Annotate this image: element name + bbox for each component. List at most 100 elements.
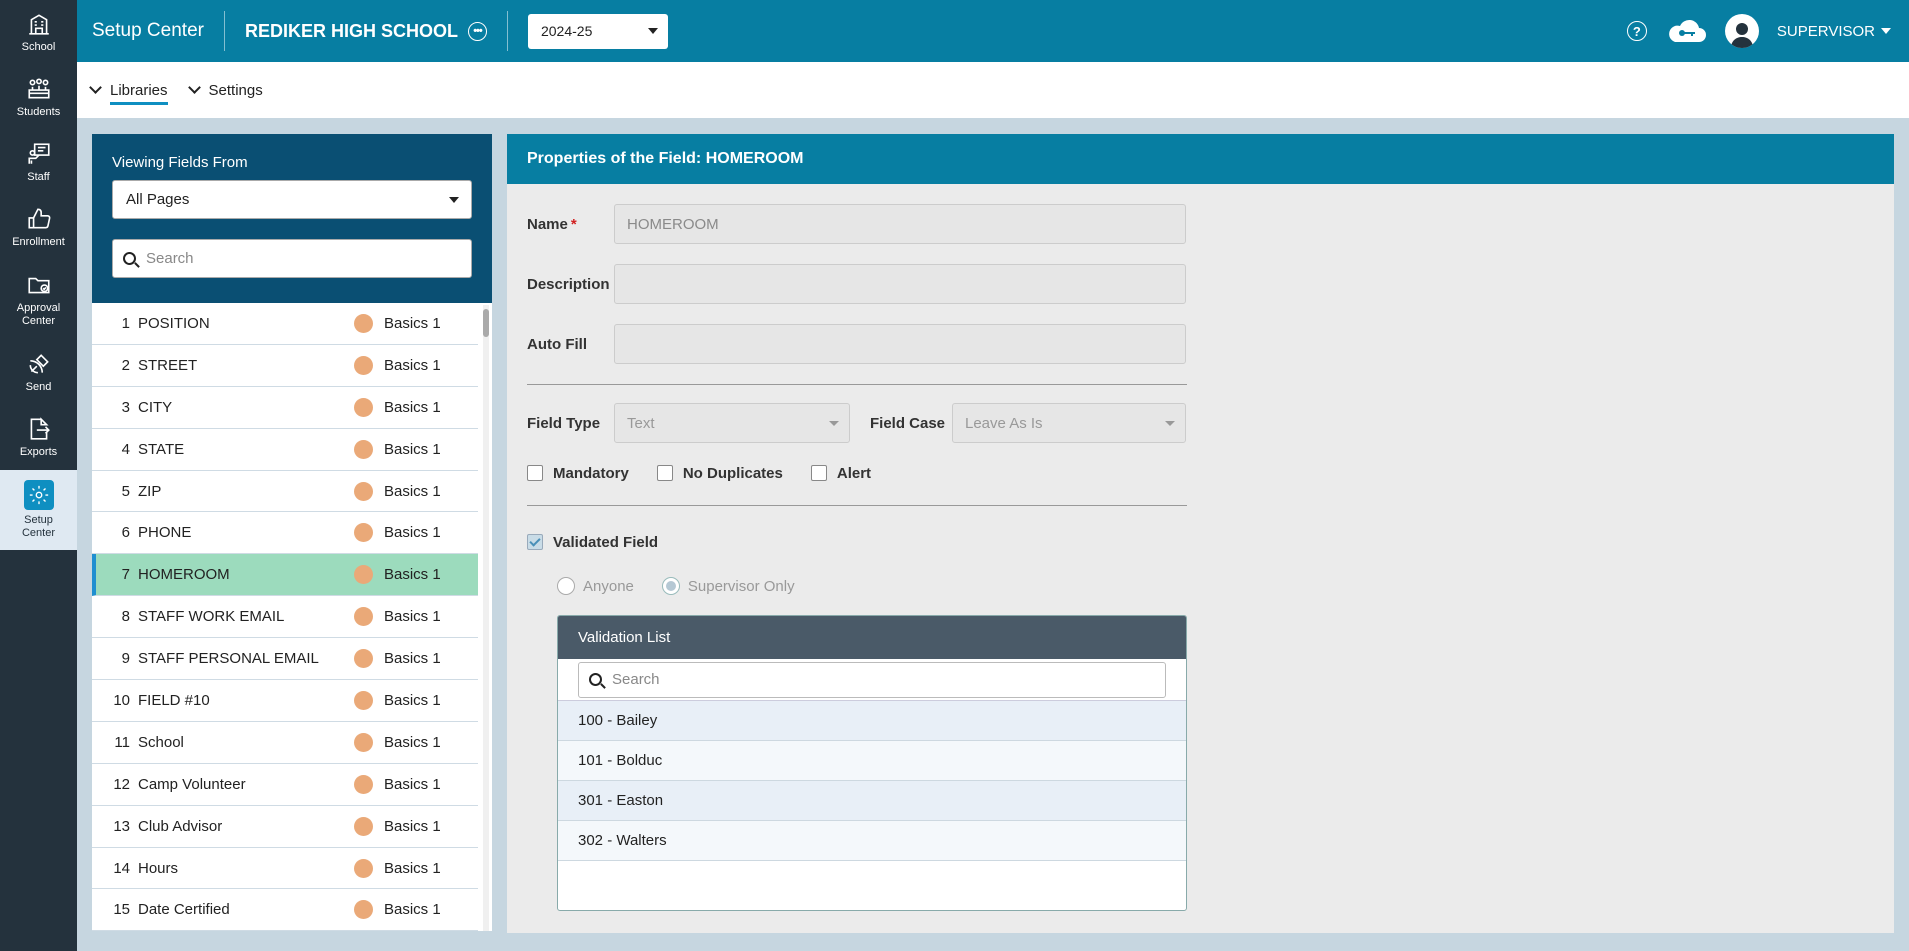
field-row-staff-personal-email[interactable]: 9 STAFF PERSONAL EMAIL Basics 1 bbox=[92, 638, 478, 681]
rail-item-approval-center[interactable]: Approval Center bbox=[0, 260, 77, 340]
avatar[interactable] bbox=[1724, 14, 1759, 48]
options-row: Mandatory No Duplicates Alert bbox=[527, 453, 1874, 493]
field-row-homeroom[interactable]: 7 HOMEROOM Basics 1 bbox=[92, 554, 478, 597]
field-row-club-advisor[interactable]: 13 Club Advisor Basics 1 bbox=[92, 806, 478, 848]
field-row-state[interactable]: 4 STATE Basics 1 bbox=[92, 429, 478, 471]
field-row-camp-volunteer[interactable]: 12 Camp Volunteer Basics 1 bbox=[92, 764, 478, 806]
page-color-dot bbox=[354, 439, 373, 459]
supervisor-only-radio[interactable]: Supervisor Only bbox=[661, 577, 795, 595]
rail-label-setup: Setup Center bbox=[21, 514, 56, 539]
validation-item[interactable]: 301 - Easton bbox=[558, 781, 1186, 821]
page-color-dot bbox=[354, 397, 373, 417]
caret-down-icon bbox=[647, 28, 658, 34]
name-field[interactable]: HOMEROOM bbox=[614, 204, 1186, 244]
help-icon[interactable]: ? bbox=[1626, 21, 1647, 41]
field-name: Camp Volunteer bbox=[138, 775, 246, 793]
name-label-text: Name bbox=[527, 215, 568, 233]
anyone-label: Anyone bbox=[583, 577, 634, 595]
caret-down-icon bbox=[449, 196, 459, 203]
validation-search bbox=[578, 661, 1166, 698]
rail-label-exports: Exports bbox=[19, 446, 58, 459]
user-menu[interactable]: SUPERVISOR bbox=[1777, 23, 1891, 40]
tab-libraries[interactable]: Libraries bbox=[89, 76, 168, 105]
anyone-radio[interactable]: Anyone bbox=[557, 577, 634, 595]
rail-item-students[interactable]: Students bbox=[0, 65, 77, 130]
field-row-phone[interactable]: 6 PHONE Basics 1 bbox=[92, 512, 478, 555]
students-icon bbox=[27, 78, 50, 99]
field-type-label: Field Type bbox=[527, 414, 601, 432]
field-page: Basics 1 bbox=[384, 440, 441, 458]
viewing-fields-title: Viewing Fields From bbox=[112, 154, 248, 171]
field-case-value: Leave As Is bbox=[965, 414, 1043, 432]
field-row-street[interactable]: 2 STREET Basics 1 bbox=[92, 345, 478, 387]
alert-checkbox[interactable]: Alert bbox=[810, 464, 872, 482]
field-row-zip[interactable]: 5 ZIP Basics 1 bbox=[92, 471, 478, 513]
checkbox-box-checked[interactable] bbox=[527, 534, 543, 550]
field-page: Basics 1 bbox=[384, 901, 441, 919]
field-number: 10 bbox=[113, 691, 130, 709]
building-icon bbox=[28, 14, 49, 35]
rail-label-approval: Approval Center bbox=[16, 302, 61, 327]
more-options-icon[interactable]: ••• bbox=[467, 21, 487, 41]
field-name: STAFF WORK EMAIL bbox=[138, 608, 285, 626]
field-number: 4 bbox=[121, 440, 130, 458]
validation-search-wrap bbox=[558, 659, 1186, 701]
validation-search-input[interactable] bbox=[612, 671, 1155, 688]
field-row-field-10[interactable]: 10 FIELD #10 Basics 1 bbox=[92, 680, 478, 722]
validation-list: Validation List 100 - Bailey 101 - Boldu… bbox=[557, 615, 1187, 911]
rail-item-send[interactable]: Send bbox=[0, 340, 77, 405]
rail-item-exports[interactable]: Exports bbox=[0, 405, 77, 470]
gear-icon-box bbox=[23, 480, 54, 511]
fields-search-input[interactable] bbox=[146, 250, 461, 267]
field-page: Basics 1 bbox=[384, 398, 441, 416]
checkbox-box[interactable] bbox=[810, 465, 827, 481]
scrollbar-thumb[interactable] bbox=[483, 309, 489, 337]
field-row-city[interactable]: 3 CITY Basics 1 bbox=[92, 387, 478, 429]
fields-panel-header: Viewing Fields From All Pages bbox=[92, 134, 492, 303]
description-row: Description bbox=[527, 264, 1874, 304]
field-name: ZIP bbox=[138, 482, 162, 500]
field-number: 5 bbox=[121, 482, 130, 500]
field-row-school[interactable]: 11 School Basics 1 bbox=[92, 722, 478, 764]
mandatory-checkbox[interactable]: Mandatory bbox=[527, 465, 629, 482]
autofill-field[interactable] bbox=[614, 324, 1186, 364]
checkbox-box[interactable] bbox=[527, 465, 543, 481]
rail-item-school[interactable]: School bbox=[0, 0, 77, 65]
fields-scrollbar[interactable] bbox=[483, 305, 489, 931]
validated-field-checkbox[interactable]: Validated Field bbox=[527, 534, 658, 551]
no-duplicates-checkbox[interactable]: No Duplicates bbox=[656, 465, 783, 482]
radio-circle[interactable] bbox=[557, 577, 575, 595]
validation-item[interactable]: 100 - Bailey bbox=[558, 701, 1186, 741]
fields-search bbox=[112, 239, 472, 278]
field-page: Basics 1 bbox=[384, 775, 441, 793]
rail-item-staff[interactable]: Staff bbox=[0, 130, 77, 195]
field-number: 2 bbox=[121, 356, 130, 374]
field-page: Basics 1 bbox=[384, 859, 441, 877]
field-type-select[interactable]: Text bbox=[614, 403, 850, 443]
field-case-label: Field Case bbox=[870, 414, 946, 432]
divider bbox=[527, 505, 1187, 506]
checkbox-box[interactable] bbox=[656, 465, 673, 481]
folder-check-icon bbox=[27, 278, 50, 294]
validation-item[interactable]: 302 - Walters bbox=[558, 821, 1186, 861]
cloud-key-icon[interactable] bbox=[1665, 18, 1707, 44]
field-row-date-certified[interactable]: 15 Date Certified Basics 1 bbox=[92, 889, 478, 931]
field-case-select[interactable]: Leave As Is bbox=[952, 403, 1186, 443]
field-row-staff-work-email[interactable]: 8 STAFF WORK EMAIL Basics 1 bbox=[92, 596, 478, 639]
field-row-position[interactable]: 1 POSITION Basics 1 bbox=[92, 303, 478, 345]
rail-label-enrollment: Enrollment bbox=[12, 236, 65, 249]
rail-item-enrollment[interactable]: Enrollment bbox=[0, 195, 77, 260]
required-marker: * bbox=[570, 215, 577, 233]
field-number: 3 bbox=[121, 398, 130, 416]
tab-settings[interactable]: Settings bbox=[187, 81, 263, 99]
description-field[interactable] bbox=[614, 264, 1186, 304]
radio-circle-selected[interactable] bbox=[661, 577, 680, 595]
school-year-select[interactable]: 2024-25 bbox=[527, 13, 668, 49]
rail-item-setup-center[interactable]: Setup Center bbox=[0, 470, 77, 550]
pages-select[interactable]: All Pages bbox=[112, 180, 472, 219]
field-row-hours[interactable]: 14 Hours Basics 1 bbox=[92, 848, 478, 890]
validation-item[interactable]: 101 - Bolduc bbox=[558, 741, 1186, 781]
field-name: Club Advisor bbox=[138, 817, 223, 835]
divider bbox=[527, 384, 1187, 385]
alert-label: Alert bbox=[836, 464, 872, 482]
